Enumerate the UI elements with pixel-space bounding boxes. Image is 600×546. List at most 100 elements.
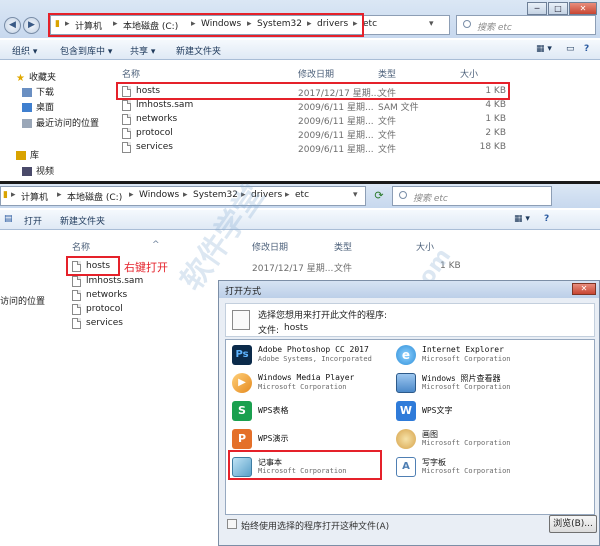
program-item-photo-viewer[interactable]: Windows 照片查看器 Microsoft Corporation — [396, 372, 590, 394]
wordpad-icon: A — [396, 457, 416, 477]
include-in-library-button[interactable]: 包含到库中 ▾ — [60, 44, 112, 57]
breadcrumb-chevron-icon: ▸ — [113, 19, 118, 29]
refresh-icon[interactable]: ⟳ — [370, 187, 388, 205]
download-folder-icon — [22, 88, 32, 97]
breadcrumb-chevron-icon: ▸ — [285, 190, 290, 200]
navigation-pane: 访问的位置 — [0, 232, 62, 307]
desktop-icon — [22, 103, 32, 112]
back-arrow-icon[interactable]: ◀ — [4, 17, 21, 34]
always-use-checkbox[interactable] — [227, 519, 237, 529]
explorer-window-top: ◀ ▶ ▮ ▸ 计算机 ▸ 本地磁盘 (C:) ▸ Windows ▸ Syst… — [0, 0, 600, 182]
column-header-size[interactable]: 大小 — [460, 67, 478, 80]
breadcrumb-chevron-icon: ▸ — [307, 19, 312, 29]
breadcrumb-chevron-icon: ▸ — [65, 19, 70, 29]
star-icon: ★ — [16, 73, 25, 84]
column-header-name[interactable]: 名称 — [122, 67, 140, 80]
breadcrumb-drive[interactable]: 本地磁盘 (C:) — [67, 190, 122, 203]
dialog-header: 选择您想用来打开此文件的程序: 文件: hosts — [225, 303, 595, 337]
dropdown-chevron-icon[interactable]: ▾ — [353, 190, 358, 200]
nav-recent-places[interactable]: 访问的位置 — [0, 294, 45, 307]
table-row[interactable]: hosts 右键打开 2017/12/17 星期... 文件 1 KB — [64, 260, 600, 274]
dialog-prompt: 选择您想用来打开此文件的程序: — [258, 311, 388, 321]
table-row[interactable]: hosts 2017/12/17 星期... 文件 1 KB — [112, 85, 600, 99]
breadcrumb-computer[interactable]: 计算机 — [21, 190, 48, 203]
library-icon — [16, 151, 26, 160]
folder-icon: ▮ — [3, 190, 8, 200]
file-icon — [72, 261, 81, 272]
dialog-title-bar: 打开方式 ✕ — [219, 281, 599, 298]
nav-desktop[interactable]: 桌面 — [22, 100, 54, 113]
table-row[interactable]: lmhosts.sam 2009/6/11 星期... SAM 文件 4 KB — [112, 99, 600, 113]
file-icon — [122, 142, 131, 153]
organize-button[interactable]: 组织 ▾ — [12, 44, 37, 57]
search-icon — [399, 191, 407, 199]
column-header-name[interactable]: 名称 — [72, 240, 90, 253]
help-icon[interactable]: ? — [544, 214, 549, 224]
program-item-internet-explorer[interactable]: e Internet Explorer Microsoft Corporatio… — [396, 344, 590, 366]
address-bar[interactable]: ▮ ▸ 计算机 ▸ 本地磁盘 (C:) ▸ Windows ▸ System32… — [0, 186, 366, 206]
close-icon[interactable]: ✕ — [572, 283, 596, 295]
command-bar: 组织 ▾ 包含到库中 ▾ 共享 ▾ 新建文件夹 ▦ ▾ ▭ ? — [0, 40, 600, 60]
nav-recent-places[interactable]: 最近访问的位置 — [22, 116, 99, 129]
nav-videos[interactable]: 视频 — [22, 164, 54, 177]
recent-places-icon — [22, 119, 32, 128]
new-folder-button[interactable]: 新建文件夹 — [176, 44, 221, 57]
file-name: hosts — [284, 323, 309, 333]
breadcrumb-windows[interactable]: Windows — [201, 19, 241, 29]
close-icon[interactable]: ✕ — [569, 2, 597, 15]
program-item-wps-presentation[interactable]: P WPS演示 — [232, 428, 402, 450]
breadcrumb-etc[interactable]: etc — [363, 19, 377, 29]
view-options-icon[interactable]: ▦ ▾ — [536, 44, 552, 54]
nav-favorites[interactable]: ★ 收藏夹 — [16, 70, 56, 84]
dropdown-chevron-icon[interactable]: ▾ — [429, 19, 434, 29]
table-row[interactable]: services 2009/6/11 星期... 文件 18 KB — [112, 141, 600, 155]
file-icon — [122, 86, 131, 97]
preview-pane-icon[interactable]: ▭ — [566, 44, 575, 54]
breadcrumb-chevron-icon: ▸ — [353, 19, 358, 29]
column-header-type[interactable]: 类型 — [334, 240, 352, 253]
file-icon — [72, 290, 81, 301]
new-folder-button[interactable]: 新建文件夹 — [60, 214, 105, 227]
program-item-wps-writer[interactable]: W WPS文字 — [396, 400, 590, 422]
program-list: Ps Adobe Photoshop CC 2017 Adobe Systems… — [225, 339, 595, 515]
command-bar: ▤ 打开 新建文件夹 ▦ ▾ ? — [0, 210, 600, 230]
program-item-paint[interactable]: 画图 Microsoft Corporation — [396, 428, 590, 450]
minimize-icon[interactable]: ─ — [527, 2, 547, 15]
breadcrumb-drive[interactable]: 本地磁盘 (C:) — [123, 19, 178, 32]
share-button[interactable]: 共享 ▾ — [130, 44, 155, 57]
search-input[interactable]: 搜索 etc — [456, 15, 596, 35]
address-bar[interactable]: ▮ ▸ 计算机 ▸ 本地磁盘 (C:) ▸ Windows ▸ System32… — [50, 15, 450, 35]
breadcrumb-windows[interactable]: Windows — [139, 190, 179, 200]
title-bar: ◀ ▶ ▮ ▸ 计算机 ▸ 本地磁盘 (C:) ▸ Windows ▸ Syst… — [0, 0, 600, 38]
browse-button[interactable]: 浏览(B)... — [549, 515, 597, 533]
breadcrumb-etc[interactable]: etc — [295, 190, 309, 200]
search-icon — [463, 20, 471, 28]
breadcrumb-system32[interactable]: System32 — [257, 19, 302, 29]
column-header-type[interactable]: 类型 — [378, 67, 396, 80]
forward-arrow-icon[interactable]: ▶ — [23, 17, 40, 34]
maximize-icon[interactable]: □ — [548, 2, 568, 15]
internet-explorer-icon: e — [396, 345, 416, 365]
open-button[interactable]: 打开 — [24, 214, 42, 227]
always-use-label: 始终使用选择的程序打开这种文件(A) — [241, 522, 390, 532]
column-header-date[interactable]: 修改日期 — [252, 240, 288, 253]
program-item-media-player[interactable]: ▶ Windows Media Player Microsoft Corpora… — [232, 372, 402, 394]
open-with-dialog: 打开方式 ✕ 选择您想用来打开此文件的程序: 文件: hosts Ps Adob… — [218, 280, 600, 546]
search-input[interactable]: 搜索 etc — [392, 186, 552, 206]
file-icon — [72, 276, 81, 287]
column-header-date[interactable]: 修改日期 — [298, 67, 334, 80]
nav-downloads[interactable]: 下载 — [22, 85, 54, 98]
table-row[interactable]: networks 2009/6/11 星期... 文件 1 KB — [112, 113, 600, 127]
program-item-notepad[interactable]: 记事本 Microsoft Corporation — [232, 456, 382, 478]
program-item-wps-spreadsheet[interactable]: S WPS表格 — [232, 400, 402, 422]
nav-libraries[interactable]: 库 — [16, 148, 39, 161]
help-icon[interactable]: ? — [584, 44, 589, 54]
program-item-wordpad[interactable]: A 写字板 Microsoft Corporation — [396, 456, 590, 478]
breadcrumb-computer[interactable]: 计算机 — [75, 19, 102, 32]
view-options-icon[interactable]: ▦ ▾ — [514, 214, 530, 224]
file-icon — [122, 128, 131, 139]
table-row[interactable]: protocol 2009/6/11 星期... 文件 2 KB — [112, 127, 600, 141]
program-item-photoshop[interactable]: Ps Adobe Photoshop CC 2017 Adobe Systems… — [232, 344, 402, 366]
annotation-label: 右键打开 — [124, 261, 168, 274]
breadcrumb-drivers[interactable]: drivers — [317, 19, 348, 29]
